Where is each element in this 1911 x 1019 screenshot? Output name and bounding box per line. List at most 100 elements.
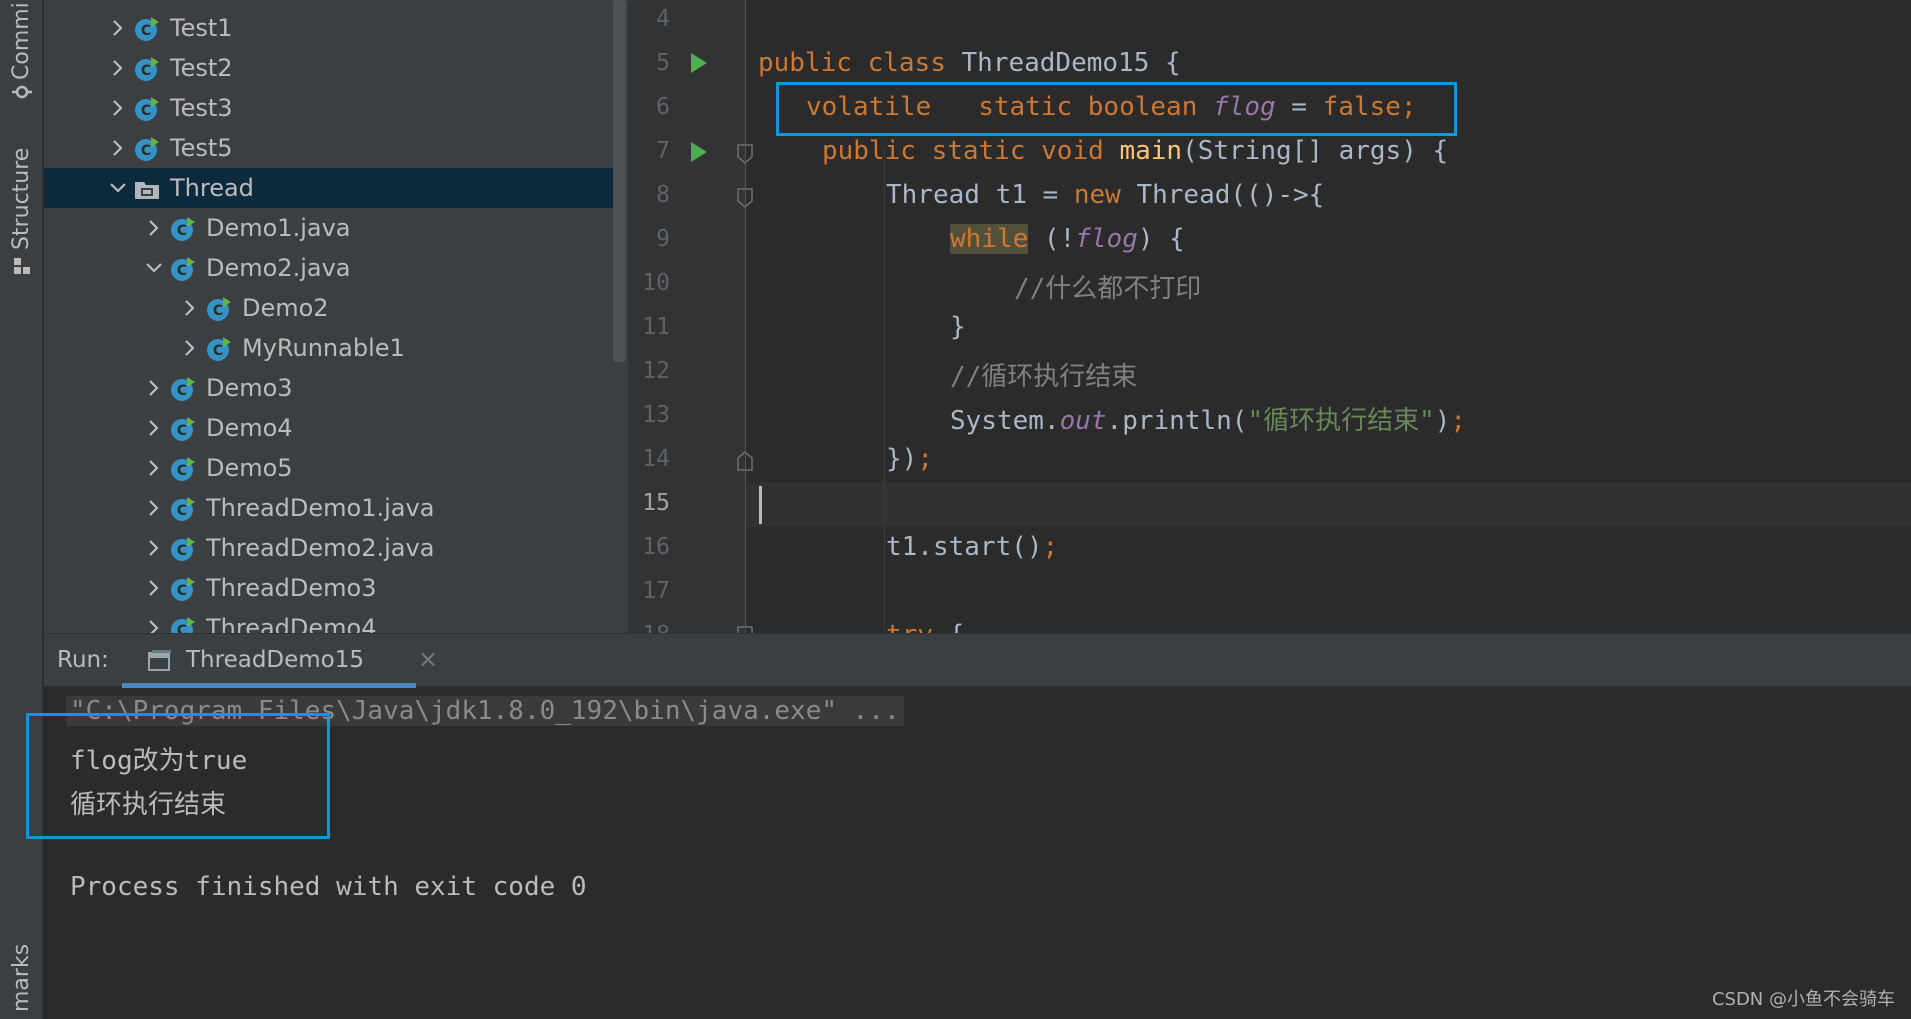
tree-item[interactable]: C Test2: [44, 48, 613, 88]
tree-item[interactable]: C Demo5: [44, 448, 613, 488]
tree-item[interactable]: C MyRunnable1: [44, 328, 613, 368]
bookmarks-tool-tab[interactable]: marks: [9, 944, 34, 1012]
tree-scrollbar[interactable]: [613, 0, 628, 633]
gutter-separator: [745, 0, 746, 633]
svg-text:C: C: [141, 63, 151, 79]
line-number: 7: [656, 138, 670, 164]
structure-tool-tab[interactable]: Structure: [9, 148, 34, 250]
svg-text:C: C: [177, 383, 187, 399]
chevron-right-icon[interactable]: [145, 619, 163, 633]
code-line-16: t1.start();: [886, 532, 1059, 562]
project-tree: C Test1 C Test2 C Test3 C Test5 Thread C Demo1.jav…: [44, 0, 628, 633]
run-label: Run:: [57, 647, 109, 673]
current-line-highlight: [746, 483, 1911, 527]
java-class-icon: C: [171, 577, 195, 601]
annotation-box-output: [26, 713, 330, 839]
run-tool-header: Run: ThreadDemo15 ×: [44, 633, 1911, 688]
chevron-right-icon[interactable]: [109, 59, 127, 77]
chevron-right-icon[interactable]: [109, 19, 127, 37]
svg-text:C: C: [213, 303, 223, 319]
console-exit-line: Process finished with exit code 0: [70, 872, 587, 902]
tree-item-label: Test3: [170, 94, 233, 122]
tree-item[interactable]: C ThreadDemo3: [44, 568, 613, 608]
line-number: 5: [656, 50, 670, 76]
tree-item-label: ThreadDemo4: [206, 614, 377, 633]
tool-window-strip: Commi Structure marks: [0, 0, 43, 1019]
svg-text:C: C: [177, 423, 187, 439]
run-main-icon[interactable]: [690, 141, 708, 163]
tree-item-label: Demo5: [206, 454, 293, 482]
tree-item[interactable]: C Demo3: [44, 368, 613, 408]
svg-text:C: C: [177, 543, 187, 559]
tree-item[interactable]: C Test3: [44, 88, 613, 128]
tree-item-label: Demo2: [242, 294, 329, 322]
console-icon: [148, 650, 171, 671]
chevron-right-icon[interactable]: [145, 219, 163, 237]
code-editor[interactable]: 4 5 6 7 8 9 10 11 12 13 14 15 16 17 18 public class Th…: [628, 0, 1911, 633]
tree-item-label: Demo1.java: [206, 214, 351, 242]
tree-item[interactable]: C Test5: [44, 128, 613, 168]
code-line-12: //循环执行结束: [950, 362, 1138, 392]
svg-text:C: C: [177, 503, 187, 519]
watermark: CSDN @小鱼不会骑车: [1711, 989, 1895, 1010]
chevron-down-icon[interactable]: [145, 259, 163, 277]
run-tab-threaddemo15[interactable]: ThreadDemo15 ×: [122, 634, 438, 688]
code-line-14: });: [886, 444, 933, 474]
commit-tool-tab[interactable]: Commi: [9, 2, 34, 80]
code-line-11: }: [950, 312, 966, 342]
chevron-down-icon[interactable]: [109, 179, 127, 197]
chevron-right-icon[interactable]: [145, 419, 163, 437]
tree-item[interactable]: C Demo1.java: [44, 208, 613, 248]
java-class-icon: C: [171, 257, 195, 281]
line-number: 15: [642, 490, 670, 516]
chevron-right-icon[interactable]: [109, 139, 127, 157]
tree-item[interactable]: C Test1: [44, 8, 613, 48]
tree-item[interactable]: C ThreadDemo1.java: [44, 488, 613, 528]
tree-item-label: Demo4: [206, 414, 293, 442]
tree-item[interactable]: C ThreadDemo4: [44, 608, 613, 633]
text-caret: [759, 486, 762, 524]
tree-item[interactable]: C ThreadDemo2.java: [44, 528, 613, 568]
java-class-icon: C: [171, 377, 195, 401]
annotation-box-volatile: [776, 82, 1457, 136]
line-number: 10: [642, 270, 670, 296]
code-line-10: //什么都不打印: [1014, 274, 1202, 304]
java-class-icon: C: [207, 337, 231, 361]
tree-item-label: Test2: [170, 54, 233, 82]
java-class-icon: C: [171, 217, 195, 241]
svg-text:C: C: [177, 623, 187, 633]
chevron-right-icon[interactable]: [109, 99, 127, 117]
svg-text:C: C: [177, 583, 187, 599]
tree-item[interactable]: C Demo2: [44, 288, 613, 328]
code-line-9: while (!flog) {: [950, 224, 1185, 254]
close-icon[interactable]: ×: [418, 645, 438, 673]
chevron-right-icon[interactable]: [145, 539, 163, 557]
chevron-right-icon[interactable]: [145, 499, 163, 517]
svg-text:C: C: [213, 343, 223, 359]
tree-item-label: ThreadDemo2.java: [206, 534, 435, 562]
indent-guide: [884, 234, 885, 314]
java-class-icon: C: [135, 17, 159, 41]
line-number: 12: [642, 358, 670, 384]
svg-text:C: C: [141, 143, 151, 159]
editor-gutter: 4 5 6 7 8 9 10 11 12 13 14 15 16 17 18: [628, 0, 753, 633]
tree-item[interactable]: Thread: [44, 168, 613, 208]
line-number: 6: [656, 94, 670, 120]
java-class-icon: C: [135, 97, 159, 121]
code-line-5: public class ThreadDemo15 {: [758, 48, 1181, 78]
line-number: 14: [642, 446, 670, 472]
tree-item[interactable]: C Demo2.java: [44, 248, 613, 288]
chevron-right-icon[interactable]: [181, 299, 199, 317]
java-class-icon: C: [135, 137, 159, 161]
chevron-right-icon[interactable]: [181, 339, 199, 357]
java-class-icon: C: [171, 497, 195, 521]
svg-text:C: C: [177, 223, 187, 239]
run-class-icon[interactable]: [690, 52, 708, 74]
chevron-right-icon[interactable]: [145, 379, 163, 397]
line-number: 11: [642, 314, 670, 340]
tree-item[interactable]: C Demo4: [44, 408, 613, 448]
chevron-right-icon[interactable]: [145, 459, 163, 477]
svg-text:C: C: [141, 103, 151, 119]
tree-scrollbar-thumb[interactable]: [613, 0, 626, 362]
chevron-right-icon[interactable]: [145, 579, 163, 597]
